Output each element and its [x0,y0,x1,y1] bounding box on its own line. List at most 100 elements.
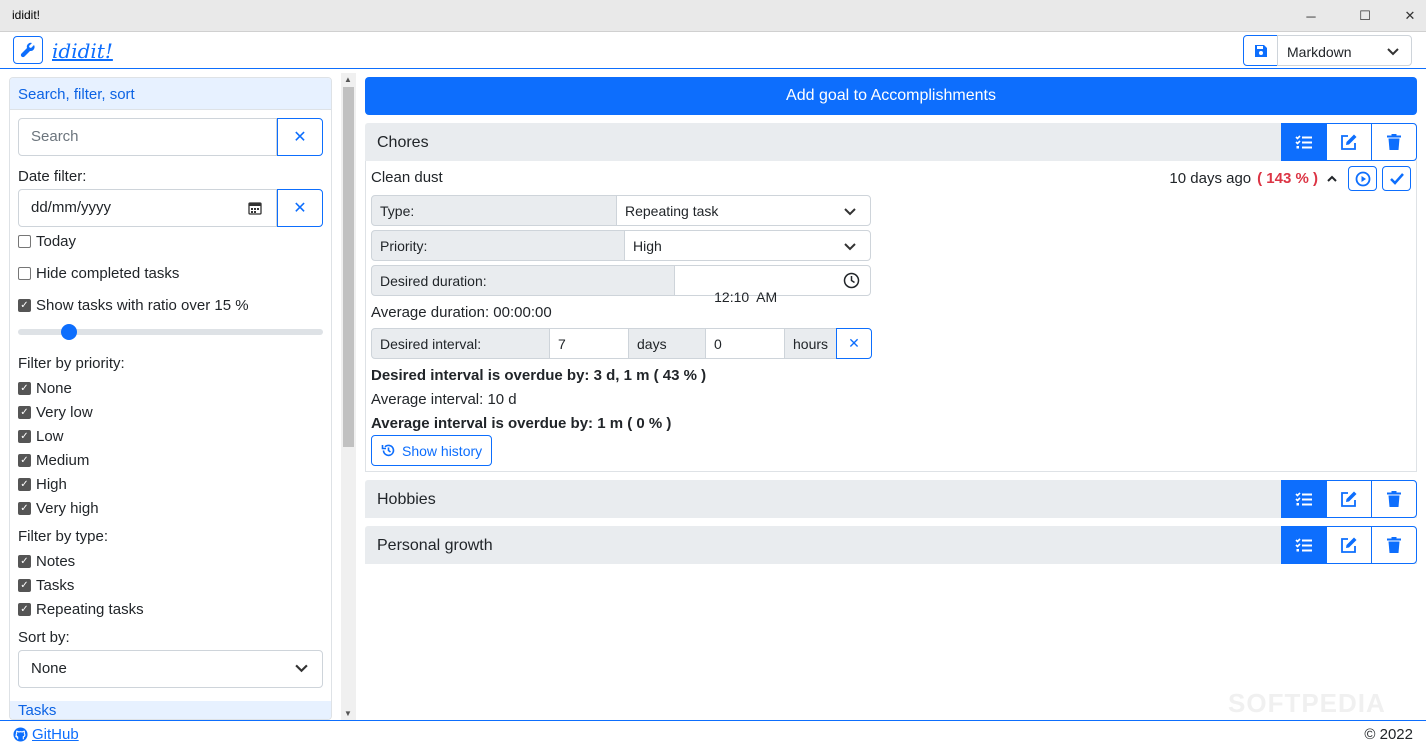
interval-label: Desired interval: [371,328,550,359]
category-name: Hobbies [377,491,436,508]
window-titlebar: ididit! ─ ☐ ✕ [0,0,1426,32]
date-filter-input[interactable]: dd/mm/yyyy [18,189,277,227]
desired-interval-overdue: Desired interval is overdue by: 3 d, 1 m… [371,367,707,384]
average-interval-overdue: Average interval is overdue by: 1 m ( 0 … [371,415,672,432]
sort-label: Sort by: [18,629,70,646]
priority-checkbox[interactable]: ✓ High [18,472,323,496]
show-ratio-checkbox[interactable]: ✓ Show tasks with ratio over 15 % [18,293,323,317]
chevron-down-icon [844,208,856,216]
save-button[interactable] [1243,35,1278,66]
github-link[interactable]: GitHub [13,726,79,743]
trash-icon [1387,491,1401,507]
watermark: SOFTPEDIA [1228,688,1386,718]
type-checkbox[interactable]: ✓ Tasks [18,573,323,597]
type-checkbox[interactable]: ✓ Notes [18,549,323,573]
category-chores: Chores [365,123,1417,161]
sort-select[interactable]: None [18,650,323,688]
delete-category-button[interactable] [1371,526,1417,564]
trash-icon [1387,537,1401,553]
priority-checkbox[interactable]: ✓ Very high [18,496,323,520]
trash-icon [1387,134,1401,150]
add-goal-button[interactable]: Add goal to Accomplishments [365,77,1417,115]
clock-icon[interactable] [843,272,860,289]
maximize-button[interactable]: ☐ [1342,0,1388,32]
hours-unit: hours [784,328,837,359]
task-list-button[interactable] [1281,480,1327,518]
category-hobbies: Hobbies [365,480,1417,518]
clear-search-button[interactable]: ✕ [277,118,323,156]
interval-row: Desired interval: 7 days 0 hours ✕ [371,328,872,359]
priority-filter-label: Filter by priority: [18,355,125,372]
ratio-slider[interactable] [18,319,323,343]
complete-task-button[interactable] [1382,166,1411,191]
type-select[interactable]: Repeating task [616,195,871,226]
edit-icon [1341,491,1357,507]
sort-value: None [31,660,67,677]
priority-checkbox[interactable]: ✓ Very low [18,400,323,424]
github-icon [13,727,28,742]
show-history-button[interactable]: Show history [371,435,493,466]
delete-category-button[interactable] [1371,480,1417,518]
type-filter-label: Filter by type: [18,528,109,545]
history-icon [381,444,395,457]
priority-checkbox[interactable]: ✓ Medium [18,448,323,472]
list-check-icon [1295,492,1312,506]
sidebar-scrollbar[interactable]: ▲ ▼ [341,73,356,720]
edit-category-button[interactable] [1326,480,1372,518]
search-input[interactable]: Search [18,118,277,156]
priority-row: Priority: High [371,230,871,261]
priority-checkbox[interactable]: ✓ None [18,376,323,400]
today-checkbox[interactable]: Today [18,229,323,253]
format-value: Markdown [1287,44,1352,60]
start-task-button[interactable] [1348,166,1377,191]
task-clean-dust: Clean dust 10 days ago ( 143 % ) Type: R… [365,161,1417,472]
floppy-disk-icon [1254,44,1267,57]
scrollbar-thumb[interactable] [343,87,354,447]
list-check-icon [1295,538,1312,552]
chevron-down-icon [844,243,856,251]
delete-category-button[interactable] [1371,123,1417,161]
scroll-down-arrow-icon[interactable]: ▼ [344,709,352,718]
calendar-icon[interactable] [248,201,262,215]
category-name: Chores [377,134,429,151]
task-ratio: ( 143 % ) [1257,170,1318,187]
app-name-link[interactable]: ididit! [52,39,113,63]
tasks-section-heading[interactable]: Tasks [10,701,331,719]
slider-thumb[interactable] [61,324,78,340]
date-filter-label: Date filter: [18,168,87,185]
task-last-done: 10 days ago [1169,170,1252,187]
scroll-up-arrow-icon[interactable]: ▲ [344,75,352,84]
duration-row: Desired duration: 12:10 AM [371,265,871,305]
hide-completed-checkbox[interactable]: Hide completed tasks [18,261,323,285]
interval-days-input[interactable]: 7 [549,328,629,359]
priority-label: Priority: [371,230,625,261]
type-checkbox[interactable]: ✓ Repeating tasks [18,597,323,621]
format-select[interactable]: Markdown [1277,35,1412,66]
copyright: © 2022 [1364,726,1413,743]
clear-date-button[interactable]: ✕ [277,189,323,227]
priority-checkbox[interactable]: ✓ Low [18,424,323,448]
minimize-button[interactable]: ─ [1288,0,1334,32]
clear-interval-button[interactable]: ✕ [836,328,872,359]
date-placeholder: dd/mm/yyyy [31,199,112,216]
wrench-icon[interactable] [13,36,43,64]
list-check-icon [1295,135,1312,149]
priority-select[interactable]: High [624,230,871,261]
chevron-up-icon[interactable] [1326,173,1338,185]
chevron-down-icon [295,664,308,673]
panel-heading[interactable]: Search, filter, sort [10,78,331,110]
type-row: Type: Repeating task [371,195,871,226]
close-window-button[interactable]: ✕ [1387,0,1426,32]
duration-input[interactable]: 12:10 AM [674,265,871,305]
task-list-button[interactable] [1281,123,1327,161]
check-icon [1389,172,1404,185]
interval-hours-input[interactable]: 0 [705,328,785,359]
edit-category-button[interactable] [1326,123,1372,161]
main-content: Add goal to Accomplishments Chores Clean… [365,77,1417,564]
play-circle-icon [1355,171,1370,186]
app-footer: GitHub © 2022 [0,720,1426,746]
average-interval: Average interval: 10 d [371,391,517,408]
task-list-button[interactable] [1281,526,1327,564]
edit-category-button[interactable] [1326,526,1372,564]
window-title: ididit! [12,8,41,22]
